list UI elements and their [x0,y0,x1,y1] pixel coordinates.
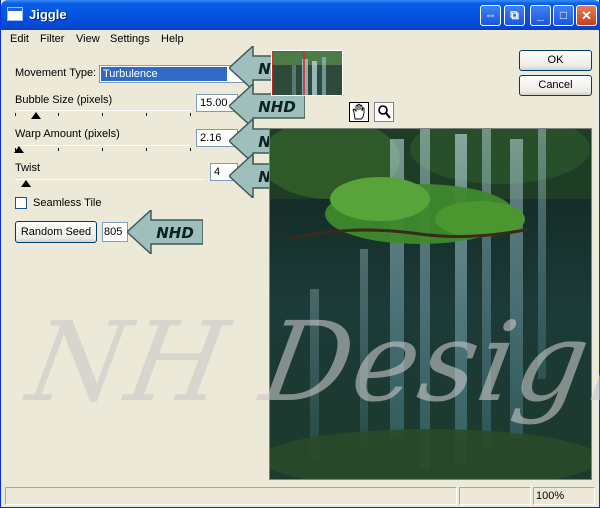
warp-amount-label: Warp Amount (pixels) [15,128,120,140]
jiggle-dialog: Jiggle ⇔ ⧉ _ □ ✕ Edit Filter View Settin… [0,0,600,508]
random-seed-button[interactable]: Random Seed [15,221,97,243]
minimize-icon: _ [537,8,544,22]
pan-tool-button[interactable] [349,102,369,122]
movement-type-select[interactable]: Turbulence [99,65,245,83]
status-cell-message [5,487,457,505]
minimize-button[interactable]: _ [530,5,551,26]
menu-edit[interactable]: Edit [10,33,29,45]
twist-slider-thumb[interactable] [21,180,32,187]
slider-tick [190,148,191,151]
cancel-button[interactable]: Cancel [519,75,592,96]
bubble-size-slider-thumb[interactable] [31,112,42,119]
twist-slider-track[interactable] [15,179,205,180]
status-bar: 100% [1,484,600,508]
seamless-tile-label: Seamless Tile [33,197,102,209]
help-button[interactable]: ⇔ [480,5,501,26]
preview-image-area[interactable] [269,128,592,480]
preview-navigator-thumbnail[interactable] [271,50,343,96]
window-title: Jiggle [29,7,67,22]
menu-view[interactable]: View [76,33,100,45]
slider-tick [146,113,147,116]
nhd-badge-text: NHD [258,98,296,116]
close-button[interactable]: ✕ [576,5,597,26]
warp-amount-slider-track[interactable] [15,145,191,146]
waterfall-thumbnail-image [272,51,342,95]
menu-filter[interactable]: Filter [40,33,64,45]
movement-type-value: Turbulence [101,67,227,81]
movement-type-label: Movement Type: [15,67,97,79]
ok-button[interactable]: OK [519,50,592,71]
maximize-icon: □ [559,8,568,22]
close-icon: ✕ [581,8,592,23]
slider-tick [15,113,16,116]
slider-tick [190,113,191,116]
maximize-button[interactable]: □ [553,5,574,26]
slider-tick [102,113,103,116]
magnifier-icon [378,105,391,119]
app-window-icon [7,7,23,21]
restore-button[interactable]: ⧉ [504,5,525,26]
slider-tick [58,148,59,151]
restore-icon: ⧉ [510,8,519,22]
zoom-tool-button[interactable] [374,102,394,122]
bubble-size-slider-track[interactable] [15,110,191,111]
waterfall-preview-image [270,129,591,479]
nhd-badge-text: NHD [156,224,194,242]
warp-amount-slider-thumb[interactable] [13,146,24,153]
hand-icon [352,103,365,120]
random-seed-field[interactable]: 805 [102,222,128,242]
slider-tick [58,113,59,116]
nhd-badge-arrow-icon: NHD [127,210,203,254]
bubble-size-label: Bubble Size (pixels) [15,94,113,106]
slider-tick [146,148,147,151]
help-icon: ⇔ [484,8,497,22]
slider-tick [102,148,103,151]
status-cell-empty [459,487,531,505]
twist-label: Twist [15,162,41,174]
seamless-tile-checkbox[interactable] [15,197,27,209]
status-zoom-level: 100% [533,487,595,505]
menu-settings[interactable]: Settings [110,33,150,45]
title-bar[interactable]: Jiggle ⇔ ⧉ _ □ ✕ [1,0,600,30]
menu-help[interactable]: Help [161,33,184,45]
